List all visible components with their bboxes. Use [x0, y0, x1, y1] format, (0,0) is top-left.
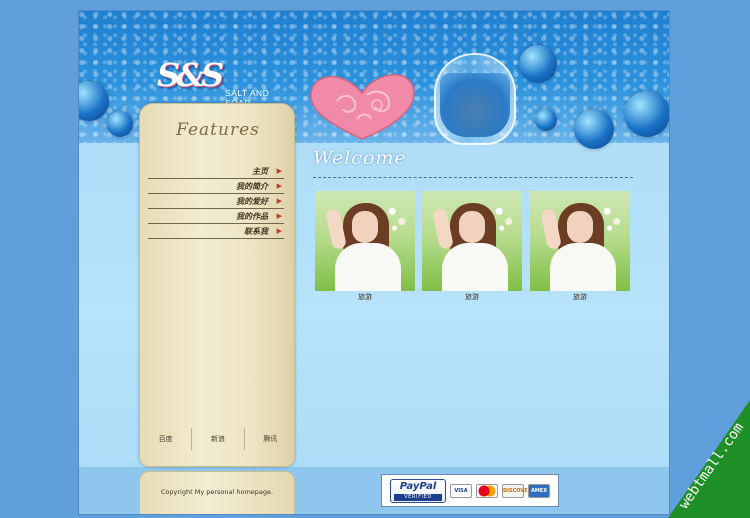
link-tencent[interactable]: 腾讯 [245, 428, 296, 450]
photo-dress [442, 243, 508, 291]
site-logo[interactable]: S&S SALT AND SOAP [157, 56, 297, 108]
nav-item-profile[interactable]: 我的简介 ▶ [148, 179, 284, 194]
payment-methods: PayPal VERIFIED VISA DISCOVER AMEX [381, 474, 559, 507]
nav-label: 主页 [252, 166, 268, 176]
nav-item-works[interactable]: 我的作品 ▶ [148, 209, 284, 224]
water-drop [624, 91, 669, 137]
logo-mark: S&S [157, 56, 224, 94]
copyright-text: Copyright My personal homepage. [160, 488, 274, 496]
sidebar-title: Features [176, 120, 260, 140]
glass-bowl-image [434, 53, 516, 145]
gallery-item[interactable]: 旅游 [530, 191, 630, 302]
nav-label: 我的作品 [236, 211, 268, 221]
gallery-caption[interactable]: 旅游 [315, 292, 415, 302]
link-baidu[interactable]: 百度 [140, 428, 193, 450]
nav-item-home[interactable]: 主页 ▶ [148, 164, 284, 179]
bowl-water [440, 73, 510, 137]
copyright-box: Copyright My personal homepage. [139, 471, 295, 514]
arrow-right-icon: ▶ [276, 166, 282, 175]
arrow-right-icon: ▶ [276, 211, 282, 220]
discover-card-icon: DISCOVER [502, 483, 532, 498]
gallery-photo[interactable] [422, 191, 522, 291]
page-container: S&S SALT AND SOAP Features 主页 ▶ 我的简介 ▶ 我的爱… [78, 10, 670, 515]
gallery-item[interactable]: 旅游 [422, 191, 522, 302]
gallery-photo[interactable] [315, 191, 415, 291]
arrow-right-icon: ▶ [276, 226, 282, 235]
nav-label: 我的爱好 [236, 196, 268, 206]
watermark-corner: webtmall.com [668, 398, 750, 518]
arrow-right-icon: ▶ [276, 181, 282, 190]
friend-links: 百度 新浪 腾讯 [140, 428, 296, 450]
sidebar: Features 主页 ▶ 我的简介 ▶ 我的爱好 ▶ 我的作品 ▶ 联系我 ▶ 百度 新… [139, 103, 295, 467]
photo-face [352, 211, 378, 243]
welcome-heading: Welcome [313, 147, 407, 169]
photo-dress [550, 243, 616, 291]
photo-face [567, 211, 593, 243]
gallery-caption[interactable]: 旅游 [422, 292, 522, 302]
paypal-verified-badge: PayPal VERIFIED [390, 478, 446, 503]
arrow-right-icon: ▶ [276, 196, 282, 205]
sidebar-nav: 主页 ▶ 我的简介 ▶ 我的爱好 ▶ 我的作品 ▶ 联系我 ▶ [148, 164, 284, 239]
water-drop [79, 81, 109, 121]
visa-card-icon: VISA [450, 483, 472, 498]
gallery-photo[interactable] [530, 191, 630, 291]
nav-item-hobbies[interactable]: 我的爱好 ▶ [148, 194, 284, 209]
paypal-logo: PayPal [399, 480, 437, 492]
gallery-caption[interactable]: 旅游 [530, 292, 630, 302]
nav-item-contact[interactable]: 联系我 ▶ [148, 224, 284, 239]
water-drop [519, 45, 557, 83]
water-drop [574, 109, 614, 149]
photo-dress [335, 243, 401, 291]
photo-face [459, 211, 485, 243]
gallery-item[interactable]: 旅游 [315, 191, 415, 302]
verified-label: VERIFIED [394, 493, 442, 501]
nav-label: 我的简介 [236, 181, 268, 191]
welcome-divider [313, 177, 633, 178]
link-sina[interactable]: 新浪 [192, 428, 245, 450]
nav-label: 联系我 [244, 226, 268, 236]
soap-heart-image [310, 74, 415, 140]
water-drop [107, 111, 133, 137]
amex-card-icon: AMEX [528, 483, 550, 498]
water-drop [535, 109, 557, 131]
mastercard-icon [476, 483, 498, 498]
